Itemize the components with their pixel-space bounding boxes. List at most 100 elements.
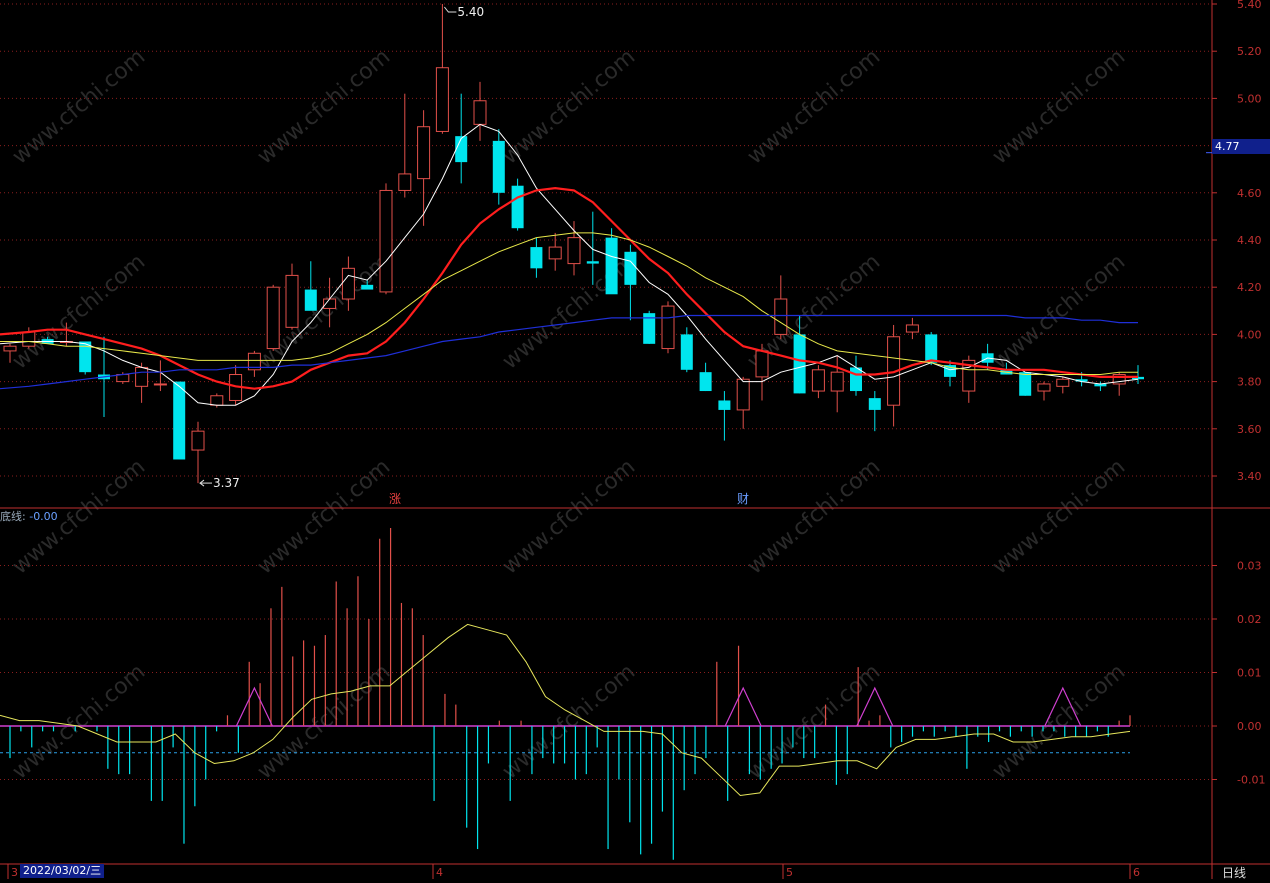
price-tick-label: 3.80 bbox=[1237, 376, 1262, 389]
candle-body-up bbox=[341, 267, 355, 300]
candle-body-down bbox=[605, 237, 618, 295]
candle-body-down bbox=[793, 334, 806, 394]
candle-body-up bbox=[3, 345, 17, 352]
period-tab-daily[interactable]: 日线 bbox=[1222, 864, 1246, 881]
candle bbox=[868, 391, 881, 432]
candle bbox=[379, 183, 393, 295]
candle-body-up bbox=[379, 189, 393, 293]
candle-body-up bbox=[210, 395, 224, 406]
indicator-label-value: -0.00 bbox=[29, 510, 58, 523]
price-tick-label: 5.20 bbox=[1237, 45, 1262, 58]
candle bbox=[1037, 381, 1051, 401]
indicator-series bbox=[0, 528, 1131, 860]
price-tick-label: 5.40 bbox=[1237, 0, 1262, 11]
candle-body-up bbox=[811, 369, 825, 392]
candle bbox=[774, 275, 788, 340]
candle bbox=[266, 284, 280, 351]
candle bbox=[736, 376, 750, 429]
candle bbox=[492, 129, 505, 205]
candle bbox=[830, 355, 844, 413]
candle-body-up bbox=[285, 274, 299, 328]
candle bbox=[811, 365, 825, 399]
watermark-text: www.cfchi.com bbox=[988, 659, 1130, 784]
candle-body-up bbox=[266, 286, 280, 350]
indicator-tick-label: -0.01 bbox=[1237, 774, 1265, 787]
candle-body-down bbox=[1019, 372, 1032, 396]
candle bbox=[643, 310, 656, 344]
month-tick-label: 6 bbox=[1133, 866, 1140, 879]
indicator-tick-label: 0.02 bbox=[1237, 613, 1262, 626]
candlestick-series bbox=[3, 4, 1144, 484]
candle-body-down bbox=[624, 251, 637, 285]
watermark-text: www.cfchi.com bbox=[8, 659, 150, 784]
candle bbox=[624, 244, 637, 321]
candle-body-down bbox=[925, 334, 938, 363]
indicator-line bbox=[0, 623, 1131, 797]
watermark-text: www.cfchi.com bbox=[498, 249, 640, 374]
watermark-text: www.cfchi.com bbox=[988, 454, 1130, 579]
watermark-text: www.cfchi.com bbox=[988, 249, 1130, 374]
indicator-tick-label: 0.01 bbox=[1237, 667, 1262, 680]
candle-body-down bbox=[492, 140, 505, 193]
watermark-text: www.cfchi.com bbox=[253, 659, 395, 784]
candle bbox=[285, 263, 299, 330]
price-tick-label: 4.40 bbox=[1237, 234, 1262, 247]
price-tick-label: 4.00 bbox=[1237, 328, 1262, 341]
candle-body-up bbox=[755, 350, 769, 378]
candle-body-up bbox=[435, 67, 449, 132]
price-tick-label: 3.40 bbox=[1237, 470, 1262, 483]
candle-body-down bbox=[304, 289, 317, 311]
candle-body-down bbox=[850, 367, 862, 392]
candle-body-down bbox=[586, 261, 599, 264]
watermark-text: www.cfchi.com bbox=[988, 44, 1130, 169]
candle-body-down bbox=[511, 185, 524, 229]
watermark-text: www.cfchi.com bbox=[743, 44, 885, 169]
event-marker-zhang: 涨 bbox=[389, 491, 401, 506]
candle bbox=[605, 228, 618, 295]
candle bbox=[661, 301, 675, 354]
month-tick-label: 4 bbox=[436, 866, 443, 879]
indicator-label-name: 底线: bbox=[0, 510, 26, 523]
low-label: 3.37 bbox=[213, 476, 240, 490]
high-label: 5.40 bbox=[457, 5, 484, 19]
watermark-text: www.cfchi.com bbox=[8, 44, 150, 169]
candle bbox=[548, 232, 562, 271]
candle bbox=[962, 355, 976, 403]
cursor-date-box: 2022/03/02/三 bbox=[20, 864, 105, 878]
candle bbox=[567, 221, 581, 276]
candle bbox=[699, 362, 712, 392]
candle bbox=[1112, 372, 1126, 396]
candle-body-down bbox=[455, 136, 468, 163]
month-tick-label: 3 bbox=[11, 866, 18, 879]
watermark-text: www.cfchi.com bbox=[498, 44, 640, 169]
candle bbox=[718, 391, 731, 441]
candle bbox=[304, 261, 317, 311]
candle bbox=[191, 421, 205, 484]
candle-body-up bbox=[1056, 378, 1070, 387]
candle-body-up bbox=[417, 126, 431, 180]
candle-body-down bbox=[680, 334, 693, 370]
month-tick-label: 5 bbox=[786, 866, 793, 879]
ma10-line bbox=[0, 186, 1138, 390]
watermark-text: www.cfchi.com bbox=[498, 454, 640, 579]
candle-body-up bbox=[830, 371, 844, 392]
indicator-label: 底线: -0.00 bbox=[0, 508, 58, 524]
indicator-triangle-signal bbox=[724, 686, 762, 727]
candle bbox=[1019, 372, 1032, 396]
candle bbox=[417, 110, 431, 226]
candle bbox=[435, 4, 449, 134]
candle bbox=[1132, 365, 1144, 384]
watermark-text: www.cfchi.com bbox=[253, 454, 395, 579]
candle-body-up bbox=[1037, 383, 1051, 392]
event-marker-cai: 财 bbox=[737, 492, 749, 506]
watermark-text: www.cfchi.com bbox=[253, 44, 395, 169]
candle-body-down bbox=[530, 247, 543, 269]
price-tick-label: 5.00 bbox=[1237, 92, 1262, 105]
watermark-text: www.cfchi.com bbox=[8, 249, 150, 374]
price-tick-label: 4.60 bbox=[1237, 187, 1262, 200]
current-price-badge: 4.77 bbox=[1212, 139, 1270, 154]
candle-body-up bbox=[905, 324, 919, 333]
indicator-tick-label: 0.03 bbox=[1237, 560, 1262, 573]
candle-body-up bbox=[22, 331, 36, 347]
candle bbox=[680, 327, 693, 373]
